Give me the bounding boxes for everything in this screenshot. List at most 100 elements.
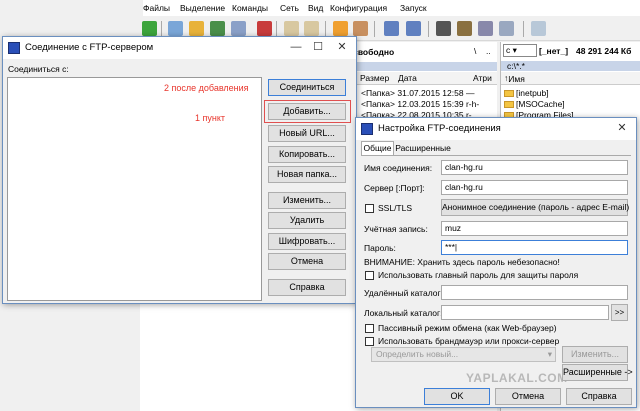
cancel-button[interactable]: Отмена <box>495 388 561 405</box>
ftp-connect-title: Соединение с FTP-сервером <box>25 42 154 53</box>
new-folder-button[interactable]: Новая папка... <box>268 166 346 183</box>
master-password-checkbox[interactable] <box>365 271 374 280</box>
password-warning: ВНИМАНИЕ: Хранить здесь пароль небезопас… <box>364 257 560 267</box>
left-up-button[interactable]: .. <box>486 46 491 56</box>
search-icon[interactable] <box>436 21 451 36</box>
remote-dir-label: Удалённый каталог: <box>364 288 443 298</box>
refresh-icon[interactable] <box>142 21 157 36</box>
folder-row[interactable]: [MSOCache] <box>504 99 565 110</box>
file-date: 12.03.2015 15:39 <box>397 99 464 109</box>
file-row[interactable]: <Папка> 31.07.2015 12:58 — <box>361 88 474 99</box>
anonymous-button[interactable]: Анонимное соединение (пароль - адрес E-m… <box>441 199 629 216</box>
select-icon[interactable] <box>257 21 272 36</box>
ok-button[interactable]: OK <box>424 388 490 405</box>
master-password-label: Использовать главный пароль для защиты п… <box>378 270 579 280</box>
new-url-button[interactable]: Новый URL... <box>268 125 346 142</box>
add-button[interactable]: Добавить... <box>268 103 346 120</box>
ftp-connect-icon[interactable] <box>384 21 399 36</box>
brief-view-icon[interactable] <box>168 21 183 36</box>
menu-configuration[interactable]: Конфигурация <box>330 3 387 13</box>
menu-view[interactable]: Вид <box>308 3 323 13</box>
cancel-button[interactable]: Отмена <box>268 253 346 270</box>
passive-mode-checkbox[interactable] <box>365 324 374 333</box>
file-attr: — <box>465 88 475 98</box>
proxy-edit-button[interactable]: Изменить... <box>562 346 628 363</box>
account-field[interactable]: muz <box>441 221 628 236</box>
ftp-new-icon[interactable] <box>406 21 421 36</box>
ssl-checkbox[interactable] <box>365 204 374 213</box>
file-attr: r-h- <box>465 99 480 109</box>
column-name[interactable]: ↑ Имя <box>504 73 525 84</box>
menu-selection[interactable]: Выделение <box>180 3 225 13</box>
copy-button[interactable]: Копировать... <box>268 146 346 163</box>
annotation-step-2: 2 после добавления <box>164 83 249 93</box>
column-attr[interactable]: Атри <box>473 73 492 83</box>
ftp-settings-dialog: Настройка FTP-соединения ✕ Общие Расшире… <box>355 117 637 408</box>
annotation-step-1: 1 пункт <box>195 113 226 123</box>
connect-button[interactable]: Соединиться <box>268 79 346 96</box>
browse-button[interactable]: >> <box>611 304 628 321</box>
help-button[interactable]: Справка <box>268 279 346 296</box>
close-icon[interactable]: ✕ <box>332 39 352 55</box>
edit-button[interactable]: Изменить... <box>268 192 346 209</box>
folder-icon <box>504 90 514 97</box>
drive-label: [_нет_] <box>539 46 569 56</box>
watermark: YAPLAKAL.COM <box>466 371 568 385</box>
ssl-label: SSL/TLS <box>378 203 413 213</box>
ftp-settings-titlebar: Настройка FTP-соединения ✕ <box>356 118 636 140</box>
right-path-bar: c:\*.* <box>501 61 640 71</box>
sync-icon[interactable] <box>499 21 514 36</box>
ftp-settings-title: Настройка FTP-соединения <box>378 123 501 134</box>
file-size: <Папка> <box>361 88 395 98</box>
folder-icon <box>504 101 514 108</box>
server-label: Сервер [:Порт]: <box>364 183 425 193</box>
encrypt-button[interactable]: Шифровать... <box>268 233 346 250</box>
local-dir-field[interactable] <box>441 305 609 320</box>
column-size[interactable]: Размер <box>360 73 389 83</box>
server-field[interactable]: clan-hg.ru <box>441 180 628 195</box>
unpack-icon[interactable] <box>353 21 368 36</box>
thumbnails-icon[interactable] <box>231 21 246 36</box>
back-icon[interactable] <box>284 21 299 36</box>
advanced-button[interactable]: Расширенные -> <box>562 364 633 381</box>
ftp-connect-titlebar: Соединение с FTP-сервером — ☐ ✕ <box>3 37 356 59</box>
menu-commands[interactable]: Команды <box>232 3 268 13</box>
notepad-icon[interactable] <box>531 21 546 36</box>
tree-view-icon[interactable] <box>210 21 225 36</box>
password-label: Пароль: <box>364 243 396 253</box>
maximize-icon[interactable]: ☐ <box>308 39 328 55</box>
app-icon <box>8 42 20 54</box>
menu-launch[interactable]: Запуск <box>400 3 427 13</box>
minimize-icon[interactable]: — <box>286 39 306 55</box>
remote-dir-field[interactable] <box>441 285 628 300</box>
tab-general[interactable]: Общие <box>361 141 394 156</box>
conn-name-label: Имя соединения: <box>364 163 433 173</box>
folder-row[interactable]: [inetpub] <box>504 88 549 99</box>
close-icon[interactable]: ✕ <box>612 120 632 136</box>
connection-list[interactable] <box>7 77 262 301</box>
menu-files[interactable]: Файлы <box>143 3 170 13</box>
drive-select[interactable]: c ▾ <box>503 44 537 57</box>
file-row[interactable]: <Папка> 12.03.2015 15:39 r-h- <box>361 99 479 110</box>
full-view-icon[interactable] <box>189 21 204 36</box>
conn-name-field[interactable]: clan-hg.ru <box>441 160 628 175</box>
firewall-label: Использовать брандмауэр или прокси-серве… <box>378 336 560 346</box>
compare-icon[interactable] <box>478 21 493 36</box>
tab-advanced[interactable]: Расширенные <box>394 142 452 155</box>
column-date[interactable]: Дата <box>398 73 417 83</box>
local-dir-label: Локальный каталог: <box>364 308 443 318</box>
delete-button[interactable]: Удалить <box>268 212 346 229</box>
rename-icon[interactable] <box>457 21 472 36</box>
password-field[interactable]: ***| <box>441 240 628 255</box>
file-size: <Папка> <box>361 99 395 109</box>
pack-icon[interactable] <box>333 21 348 36</box>
menu-bar: Файлы Выделение Команды Сеть Вид Конфигу… <box>143 0 640 16</box>
menu-network[interactable]: Сеть <box>280 3 299 13</box>
help-button[interactable]: Справка <box>566 388 632 405</box>
connect-to-label: Соединиться с: <box>8 64 69 74</box>
proxy-select[interactable]: Определить новый... ▾ <box>371 347 556 362</box>
firewall-checkbox[interactable] <box>365 337 374 346</box>
left-path-bar <box>346 62 497 71</box>
left-root-button[interactable]: \ <box>474 46 476 56</box>
forward-icon[interactable] <box>304 21 319 36</box>
